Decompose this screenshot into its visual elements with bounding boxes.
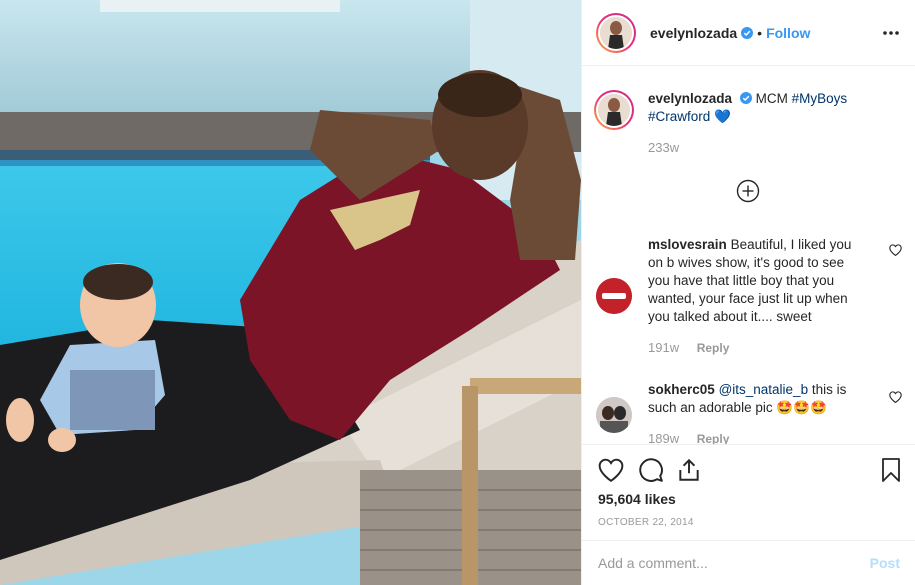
- post-header: evelynlozada • Follow: [582, 0, 915, 66]
- avatar-photo: [600, 16, 632, 49]
- comment-item: mslovesrain Beautiful, I liked you on b …: [596, 236, 902, 357]
- comment-username[interactable]: sokherc05: [648, 382, 715, 397]
- post-comment-button[interactable]: Post: [870, 555, 900, 571]
- plus-circle-icon[interactable]: [736, 179, 760, 203]
- follow-button[interactable]: Follow: [766, 25, 810, 41]
- share-icon[interactable]: [676, 457, 702, 483]
- caption-username[interactable]: evelynlozada: [648, 91, 732, 106]
- comment-meta: 189w Reply: [648, 430, 868, 444]
- post-photo-illustration: [0, 0, 581, 585]
- hashtag-myboys[interactable]: #MyBoys: [792, 91, 848, 106]
- comments-list[interactable]: evelynlozada MCM #MyBoys #Crawford 💙 233…: [582, 66, 915, 444]
- add-comment-bar: Post: [582, 540, 915, 585]
- comment-mention[interactable]: @its_natalie_b: [719, 382, 809, 397]
- comment-like-heart-icon[interactable]: [889, 391, 902, 403]
- avatar-border: [598, 14, 634, 51]
- comment-username[interactable]: mslovesrain: [648, 237, 727, 252]
- instagram-post: evelynlozada • Follow evelynlozada MCM #…: [0, 0, 915, 585]
- more-options-icon[interactable]: [882, 24, 900, 42]
- comment-time[interactable]: 191w: [648, 340, 679, 355]
- action-bar: 95,604 likes OCTOBER 22, 2014: [582, 444, 915, 540]
- caption-timestamp: 233w: [648, 139, 868, 157]
- post-photo[interactable]: [0, 0, 581, 585]
- comment-meta: 191w Reply: [648, 339, 868, 357]
- comment-body: sokherc05 @its_natalie_b this is such an…: [648, 381, 868, 444]
- header-separator-dot: •: [757, 24, 763, 41]
- caption-avatar[interactable]: [594, 90, 634, 130]
- comment-like-heart-icon[interactable]: [889, 244, 902, 256]
- caption-avatar-image: [598, 94, 630, 126]
- comment-item: sokherc05 @its_natalie_b this is such an…: [596, 381, 902, 444]
- caption-text: MCM: [755, 91, 788, 106]
- caption-body: evelynlozada MCM #MyBoys #Crawford 💙 233…: [648, 90, 868, 157]
- caption-verified-badge-icon: [739, 92, 752, 104]
- avatar-image: [600, 16, 632, 49]
- likes-count[interactable]: 95,604 likes: [598, 491, 676, 507]
- comment-avatar-image: [596, 278, 632, 314]
- post-date[interactable]: OCTOBER 22, 2014: [598, 517, 694, 528]
- comment-avatar[interactable]: [596, 397, 632, 433]
- header-username[interactable]: evelynlozada: [650, 25, 737, 41]
- bookmark-icon[interactable]: [880, 457, 902, 483]
- comment-avatar-image: [596, 397, 632, 433]
- caption-time[interactable]: 233w: [648, 140, 679, 155]
- reply-button[interactable]: Reply: [697, 341, 730, 355]
- comment-input[interactable]: [598, 555, 870, 571]
- caption-avatar-photo: [598, 94, 630, 126]
- avatar[interactable]: [596, 12, 636, 53]
- comment-icon[interactable]: [638, 457, 664, 483]
- hashtag-crawford[interactable]: #Crawford: [648, 109, 710, 124]
- caption: evelynlozada MCM #MyBoys #Crawford 💙 233…: [594, 90, 902, 157]
- heart-icon[interactable]: [598, 457, 624, 483]
- caption-avatar-border: [596, 92, 632, 128]
- comment-body: mslovesrain Beautiful, I liked you on b …: [648, 236, 868, 357]
- comment-time[interactable]: 189w: [648, 431, 679, 444]
- verified-badge-icon: [741, 26, 754, 39]
- reply-button[interactable]: Reply: [697, 432, 730, 444]
- post-side-panel: evelynlozada • Follow evelynlozada MCM #…: [581, 0, 915, 585]
- blue-heart-emoji: 💙: [714, 109, 731, 124]
- comment-avatar[interactable]: [596, 278, 632, 314]
